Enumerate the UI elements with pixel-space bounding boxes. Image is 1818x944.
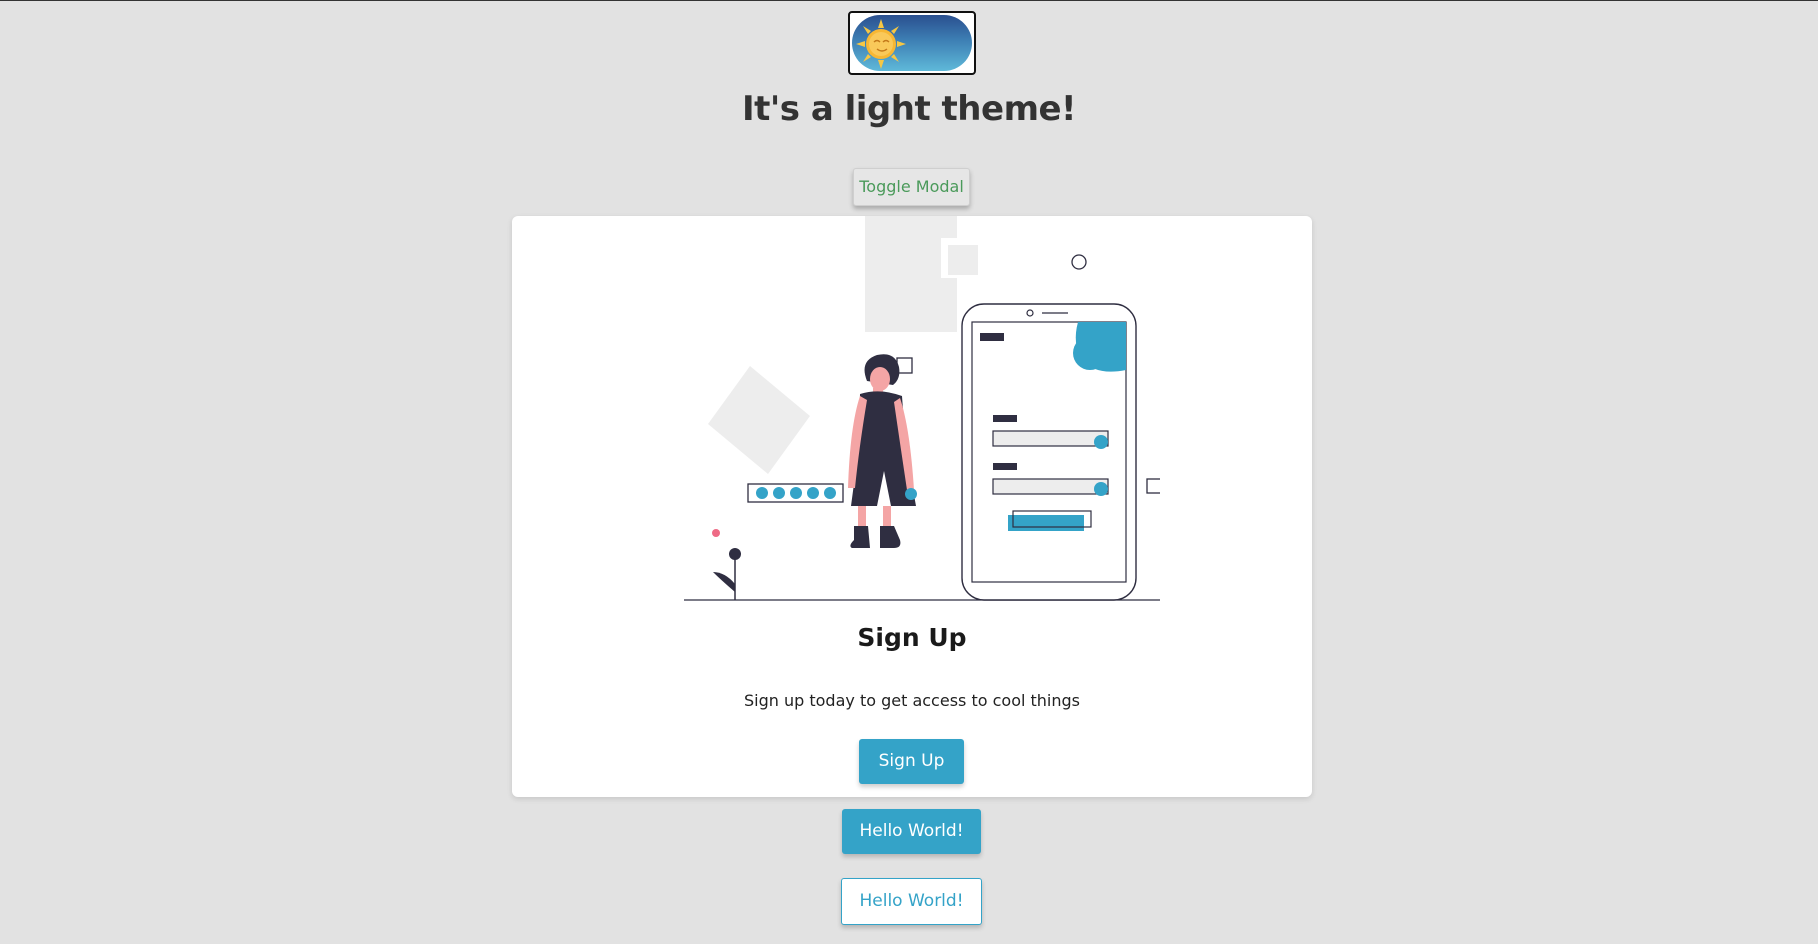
page: It's a light theme! Toggle Modal Sign Up… [0,1,1818,944]
hello-world-primary-button[interactable]: Hello World! [842,809,981,854]
toggle-modal-button[interactable]: Toggle Modal [853,168,970,206]
card-description: Sign up today to get access to cool thin… [744,691,1080,710]
theme-toggle[interactable] [848,11,976,75]
sign-up-illustration [684,216,1160,601]
hello-world-outline-button[interactable]: Hello World! [841,878,982,925]
page-title: It's a light theme! [741,89,1077,129]
card-title: Sign Up [857,623,967,652]
sun-icon [856,19,906,69]
sign-up-button[interactable]: Sign Up [859,739,964,784]
theme-toggle-track[interactable] [852,15,972,71]
sign-up-card: Sign Up Sign up today to get access to c… [512,216,1312,797]
